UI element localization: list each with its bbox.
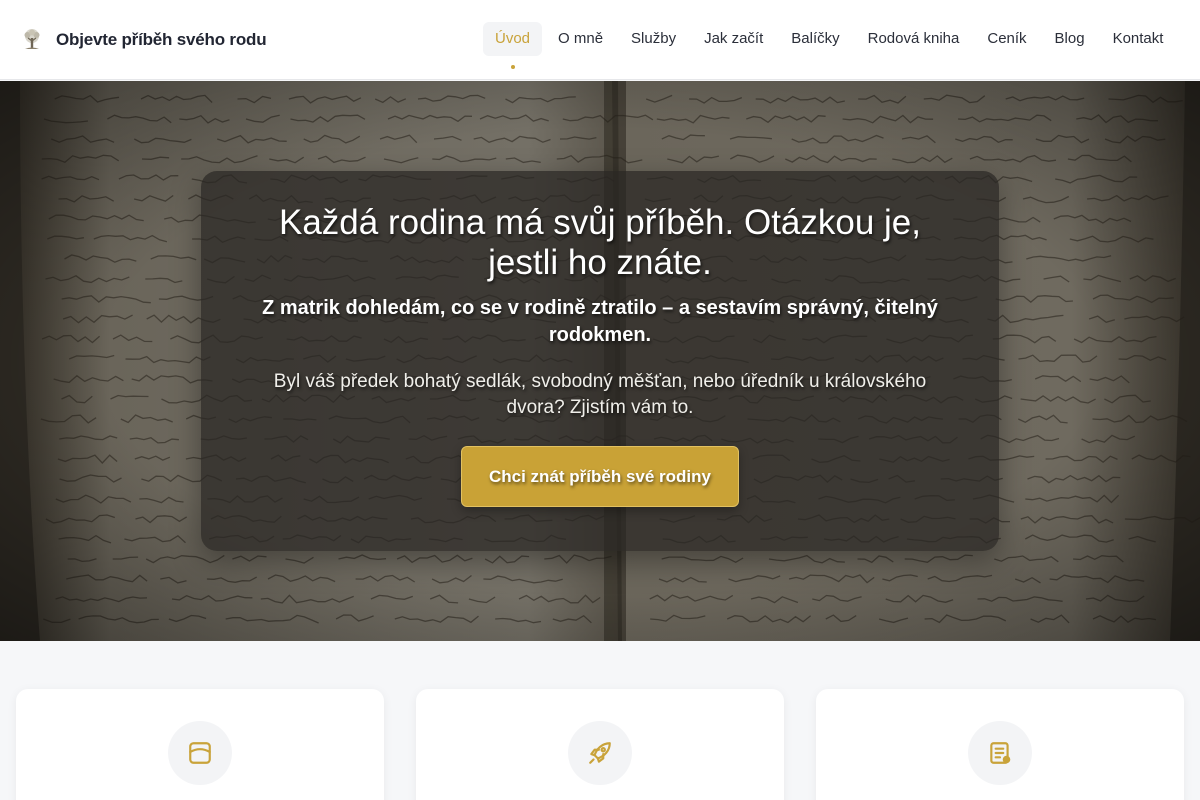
- feature-card-3: [816, 689, 1184, 800]
- hero-card: Každá rodina má svůj příběh. Otázkou je,…: [201, 171, 999, 551]
- document-list-icon: [990, 742, 1011, 764]
- feature-icon-wrap-2: [568, 721, 632, 785]
- feature-card-2: [416, 689, 784, 800]
- nav-item-blog[interactable]: Blog: [1043, 22, 1097, 56]
- nav-item-o-mne[interactable]: O mně: [546, 22, 615, 56]
- nav-item-cenik[interactable]: Ceník: [975, 22, 1038, 56]
- rocket-icon: [589, 742, 611, 764]
- nav-item-jak-zacit[interactable]: Jak začít: [692, 22, 775, 56]
- archive-box-icon: [189, 742, 211, 764]
- feature-icon-wrap-3: [968, 721, 1032, 785]
- main-nav: Úvod O mně Služby Jak začít Balíčky Rodo…: [483, 22, 1179, 69]
- hero-heading: Každá rodina má svůj příběh. Otázkou je,…: [278, 203, 921, 282]
- feature-icon-wrap-1: [168, 721, 232, 785]
- nav-item-rodova-kniha[interactable]: Rodová kniha: [856, 22, 972, 56]
- hero-text: Byl váš předek bohatý sedlák, svobodný m…: [273, 371, 927, 418]
- brand-title: Objevte příběh svého rodu: [56, 30, 267, 49]
- nav-item-uvod[interactable]: Úvod: [483, 22, 543, 69]
- nav-item-sluzby[interactable]: Služby: [619, 22, 688, 56]
- brand[interactable]: Objevte příběh svého rodu: [20, 24, 267, 56]
- tree-logo-icon: [24, 29, 40, 49]
- site-header: Objevte příběh svého rodu Úvod O mně Slu…: [0, 0, 1200, 80]
- nav-item-kontakt[interactable]: Kontakt: [1101, 22, 1176, 56]
- cta-button[interactable]: Chci znát příběh své rodiny: [461, 446, 739, 507]
- hero-subheading: Z matrik dohledám, co se v rodině ztrati…: [262, 297, 938, 346]
- nav-item-balicky[interactable]: Balíčky: [779, 22, 851, 56]
- feature-card-1: [16, 689, 384, 800]
- hero-section: Každá rodina má svůj příběh. Otázkou je,…: [0, 81, 1200, 641]
